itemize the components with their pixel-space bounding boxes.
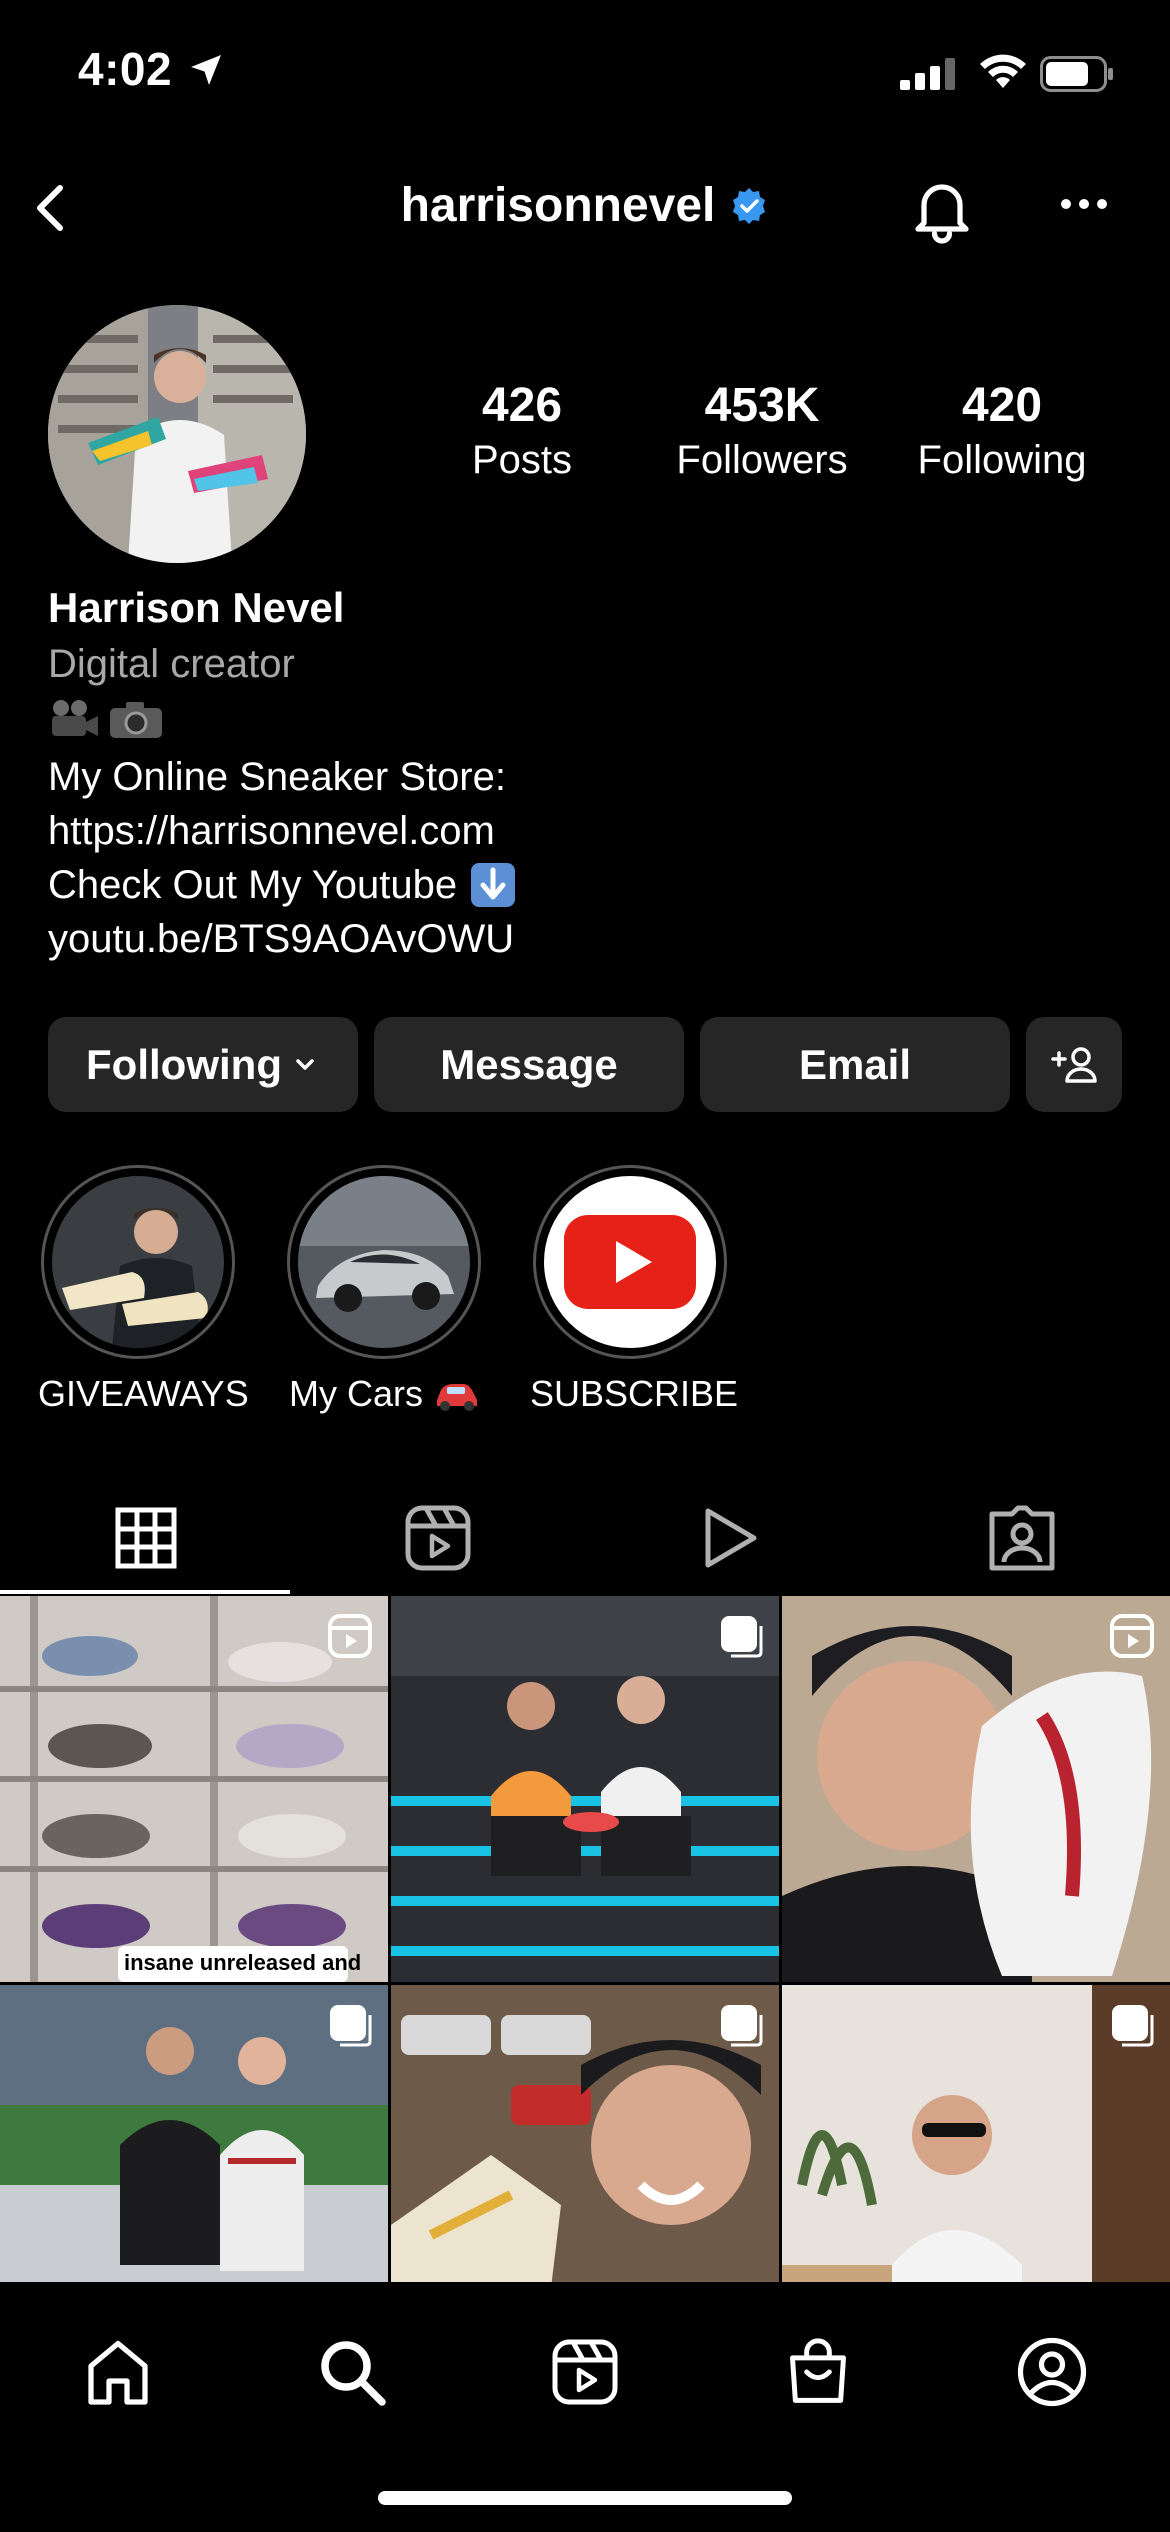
posts-count-value: 426 xyxy=(481,379,563,432)
highlight-ring xyxy=(41,1165,235,1359)
notifications-bell-button[interactable] xyxy=(906,172,978,244)
tab-posts-grid[interactable] xyxy=(0,1480,292,1596)
tab-reels[interactable] xyxy=(292,1480,584,1596)
highlight-ring xyxy=(533,1165,727,1359)
post-thumbnail[interactable]: insane unreleased and xyxy=(0,1596,388,1982)
post-overlay-text: insane unreleased and xyxy=(124,1950,362,1975)
nav-reels-button[interactable] xyxy=(535,2322,635,2422)
play-icon xyxy=(705,1508,757,1568)
highlight-ring xyxy=(287,1165,481,1359)
followers-count-value: 453K xyxy=(704,379,820,432)
suggested-users-button[interactable] xyxy=(1026,1017,1122,1112)
highlight-cover xyxy=(544,1176,716,1348)
add-user-icon xyxy=(1051,1046,1097,1083)
post-thumbnail[interactable] xyxy=(782,1596,1170,1982)
email-button-label: Email xyxy=(798,1040,912,1088)
post-thumbnail[interactable] xyxy=(391,1596,779,1982)
following-count-value: 420 xyxy=(961,379,1043,432)
bio-youtube-text: Check Out My Youtube xyxy=(48,863,458,907)
home-indicator-bar[interactable] xyxy=(378,2491,792,2505)
bio-youtube-link[interactable]: youtu.be/BTS9AOAvOWU xyxy=(48,912,514,966)
bio-website-link[interactable]: https://harrisonnevel.com xyxy=(48,804,495,858)
more-options-button[interactable] xyxy=(1060,196,1108,212)
header-title: harrisonnevel xyxy=(0,178,1170,233)
bio-emoji-line xyxy=(48,698,164,740)
youtube-logo-icon xyxy=(564,1215,696,1309)
cellular-signal-icon xyxy=(900,58,955,90)
message-button[interactable]: Message xyxy=(374,1017,684,1112)
down-arrow-emoji-icon xyxy=(471,863,516,907)
following-count[interactable]: 420 Following xyxy=(892,378,1112,486)
highlight-subscribe[interactable]: SUBSCRIBE xyxy=(530,1165,739,1415)
search-icon xyxy=(321,2341,386,2406)
active-tab-indicator xyxy=(0,1590,290,1594)
reel-badge-icon xyxy=(1110,1614,1154,1658)
reel-badge-icon xyxy=(328,1614,372,1658)
posts-count-label: Posts xyxy=(471,438,573,482)
display-name: Harrison Nevel xyxy=(48,584,345,631)
profile-avatar[interactable] xyxy=(48,305,306,563)
highlight-giveaways[interactable]: GIVEAWAYS xyxy=(38,1165,249,1415)
highlight-cover xyxy=(298,1176,470,1348)
camera-icon xyxy=(110,702,162,738)
multi-post-badge-icon xyxy=(721,2005,763,2047)
highlight-label: SUBSCRIBE xyxy=(530,1373,739,1414)
following-count-label: Following xyxy=(917,438,1087,482)
avatar-photo xyxy=(48,305,306,563)
chevron-down-icon xyxy=(296,1058,314,1070)
video-camera-icon xyxy=(52,700,98,736)
nav-profile-button[interactable] xyxy=(1002,2322,1102,2422)
tab-tagged[interactable] xyxy=(876,1480,1168,1596)
shop-bag-icon xyxy=(790,2338,846,2403)
reels-icon xyxy=(552,2339,618,2405)
highlight-label: GIVEAWAYS xyxy=(38,1373,249,1414)
red-car-emoji-icon xyxy=(437,1384,477,1411)
multi-post-badge-icon xyxy=(721,1616,763,1658)
battery-icon xyxy=(1040,56,1113,92)
profile-tabs xyxy=(0,1480,1170,1596)
verified-badge-icon xyxy=(733,187,766,224)
highlight-cover xyxy=(52,1176,224,1348)
grid-icon xyxy=(115,1507,177,1569)
email-button[interactable]: Email xyxy=(700,1017,1010,1112)
following-button[interactable]: Following xyxy=(48,1017,358,1112)
following-button-label: Following xyxy=(86,1040,282,1088)
reels-icon xyxy=(405,1505,471,1571)
profile-icon xyxy=(1017,2337,1087,2407)
nav-home-button[interactable] xyxy=(68,2322,168,2422)
bio-line: My Online Sneaker Store: xyxy=(48,755,506,799)
multi-post-badge-icon xyxy=(1112,2005,1154,2047)
posts-grid: insane unreleased and xyxy=(0,1596,1170,2376)
highlight-my-cars[interactable]: My Cars xyxy=(284,1165,484,1415)
message-button-label: Message xyxy=(440,1040,618,1088)
tagged-icon xyxy=(989,1505,1055,1571)
multi-post-badge-icon xyxy=(330,2005,372,2047)
tab-videos[interactable] xyxy=(584,1480,876,1596)
nav-search-button[interactable] xyxy=(302,2322,402,2422)
followers-count[interactable]: 453K Followers xyxy=(652,378,872,486)
nav-shop-button[interactable] xyxy=(768,2322,868,2422)
profile-category: Digital creator xyxy=(48,642,295,686)
username-label: harrisonnevel xyxy=(400,179,716,232)
wifi-icon xyxy=(980,54,1026,88)
highlight-label: My Cars xyxy=(284,1373,484,1415)
location-arrow-icon xyxy=(191,55,221,85)
followers-count-label: Followers xyxy=(676,438,848,482)
bio-line: Check Out My Youtube xyxy=(48,858,517,912)
highlight-label-text: My Cars xyxy=(288,1373,423,1414)
posts-count[interactable]: 426 Posts xyxy=(412,378,632,486)
home-icon xyxy=(88,2340,148,2405)
status-time: 4:02 xyxy=(78,43,173,95)
